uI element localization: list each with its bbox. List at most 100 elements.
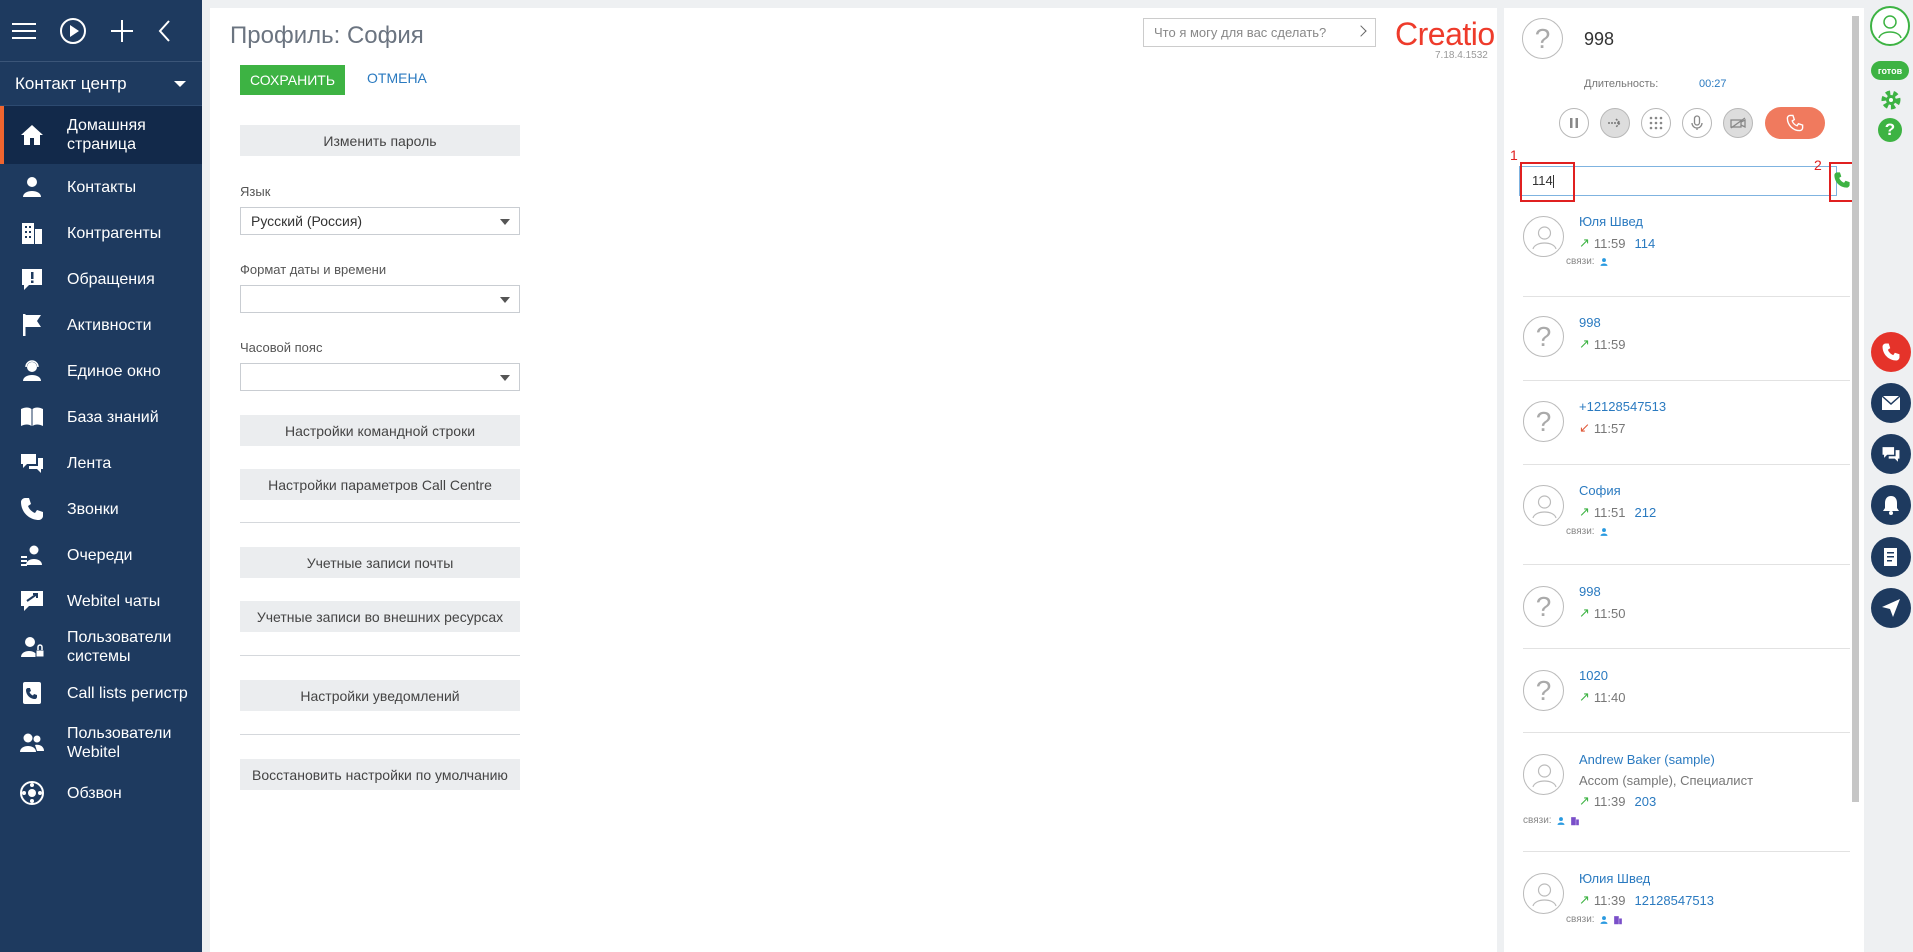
dialpad-icon: [1649, 116, 1663, 130]
sidebar-item-label: Домашняя страница: [67, 117, 146, 153]
envelope-icon: [1881, 395, 1901, 410]
sidebar: Контакт центр Домашняя страница Контакты…: [0, 0, 202, 952]
links-label: связи:: [1566, 526, 1595, 537]
workspace-selector[interactable]: Контакт центр: [0, 62, 202, 106]
chat-panel-button[interactable]: [1871, 434, 1911, 474]
contact-link-icon[interactable]: [1556, 816, 1566, 826]
hangup-button[interactable]: [1765, 107, 1825, 139]
divider: [1523, 564, 1850, 565]
history-contact-name[interactable]: 1020: [1579, 668, 1608, 683]
video-button[interactable]: [1723, 108, 1753, 138]
sidebar-item-label: Активности: [67, 316, 152, 334]
history-extension[interactable]: 203: [1634, 794, 1656, 809]
contact-avatar: [1523, 873, 1564, 914]
mail-accounts-button[interactable]: Учетные записи почты: [240, 547, 520, 578]
call-panel: [1504, 8, 1864, 952]
sidebar-toolbar: [0, 0, 202, 62]
restore-defaults-button[interactable]: Восстановить настройки по умолчанию: [240, 759, 520, 790]
gear-icon[interactable]: [1878, 87, 1904, 113]
history-contact-name[interactable]: 998: [1579, 315, 1601, 330]
callcentre-settings-button[interactable]: Настройки параметров Call Centre: [240, 469, 520, 500]
collapse-icon[interactable]: [157, 17, 171, 45]
account-link-icon[interactable]: [1570, 816, 1580, 826]
call-history-scrollbar[interactable]: [1852, 16, 1859, 802]
chevron-down-icon: [174, 80, 186, 87]
sidebar-item-activities[interactable]: Активности: [0, 302, 202, 348]
sidebar-item-webitel-chats[interactable]: Webitel чаты: [0, 578, 202, 624]
history-contact-name[interactable]: 998: [1579, 584, 1601, 599]
process-play-icon[interactable]: [59, 17, 87, 45]
outgoing-call-icon: ↗: [1579, 793, 1590, 808]
external-accounts-button[interactable]: Учетные записи во внешних ресурсах: [240, 601, 520, 632]
sidebar-item-system-users[interactable]: Пользователи системы: [0, 624, 202, 670]
menu-icon[interactable]: [12, 17, 36, 45]
history-contact-name[interactable]: Юлия Швед: [1579, 871, 1650, 886]
sidebar-item-cases[interactable]: Обращения: [0, 256, 202, 302]
home-icon: [21, 125, 43, 145]
building-icon: [22, 223, 42, 244]
send-panel-button[interactable]: [1871, 588, 1911, 628]
history-call-time: 11:40: [1593, 689, 1626, 705]
webitel-chat-icon: [21, 591, 43, 611]
unknown-contact-icon: ?: [1523, 670, 1564, 711]
add-icon[interactable]: [110, 17, 134, 45]
help-icon[interactable]: ?: [1878, 118, 1902, 142]
outgoing-call-icon: ↗: [1579, 504, 1590, 519]
hold-button[interactable]: [1559, 108, 1589, 138]
history-call-time: 11:50: [1593, 605, 1626, 621]
account-link-icon[interactable]: [1613, 915, 1623, 925]
language-label: Язык: [240, 184, 271, 199]
change-password-button[interactable]: Изменить пароль: [240, 125, 520, 156]
transfer-button[interactable]: [1600, 108, 1630, 138]
sidebar-item-accounts[interactable]: Контрагенты: [0, 210, 202, 256]
save-button[interactable]: СОХРАНИТЬ: [240, 65, 345, 95]
sidebar-item-home[interactable]: Домашняя страница: [0, 106, 202, 164]
user-avatar[interactable]: [1870, 6, 1910, 46]
command-search-input[interactable]: Что я могу для вас сделать?: [1143, 18, 1376, 47]
page-title: Профиль: София: [230, 22, 424, 49]
sidebar-item-knowledge-base[interactable]: База знаний: [0, 394, 202, 440]
status-badge[interactable]: готов: [1871, 61, 1909, 80]
incoming-call-icon: ↙: [1579, 420, 1590, 435]
chevron-right-icon: [1355, 25, 1367, 37]
sidebar-item-feed[interactable]: Лента: [0, 440, 202, 486]
history-call-meta: ↗ 11:51 212: [1579, 504, 1656, 520]
hangup-icon: [1786, 114, 1804, 132]
history-call-meta: ↗ 11:39 203: [1579, 793, 1656, 809]
history-extension[interactable]: 114: [1634, 236, 1655, 251]
sidebar-item-dialer[interactable]: Обзвон: [0, 770, 202, 816]
contact-link-icon[interactable]: [1599, 257, 1609, 267]
notification-settings-button[interactable]: Настройки уведомлений: [240, 680, 520, 711]
history-extension[interactable]: 212: [1634, 505, 1656, 520]
microphone-icon: [1691, 115, 1703, 130]
sidebar-item-single-window[interactable]: Единое окно: [0, 348, 202, 394]
history-contact-name[interactable]: Юля Швед: [1579, 214, 1643, 229]
contact-link-icon[interactable]: [1599, 527, 1609, 537]
history-call-time: 11:39: [1593, 892, 1626, 908]
tasks-panel-button[interactable]: [1871, 537, 1911, 577]
cancel-button[interactable]: ОТМЕНА: [367, 70, 427, 86]
email-panel-button[interactable]: [1871, 383, 1911, 423]
timezone-select[interactable]: [240, 363, 520, 391]
contact-link-icon[interactable]: [1599, 915, 1609, 925]
sidebar-item-queues[interactable]: Очереди: [0, 532, 202, 578]
marker-1: 1: [1510, 147, 1518, 163]
history-extension[interactable]: 12128547513: [1634, 893, 1714, 908]
sidebar-item-label: Очереди: [67, 546, 133, 564]
calls-panel-button[interactable]: [1871, 332, 1911, 372]
history-contact-name[interactable]: Andrew Baker (sample): [1579, 752, 1715, 767]
history-contact-name[interactable]: София: [1579, 483, 1621, 498]
sidebar-item-calls[interactable]: Звонки: [0, 486, 202, 532]
sidebar-item-webitel-users[interactable]: Пользователи Webitel: [0, 716, 202, 770]
dialpad-button[interactable]: [1641, 108, 1671, 138]
history-contact-name[interactable]: +12128547513: [1579, 399, 1666, 414]
cmdline-settings-button[interactable]: Настройки командной строки: [240, 415, 520, 446]
language-select[interactable]: Русский (Россия): [240, 207, 520, 235]
sidebar-item-contacts[interactable]: Контакты: [0, 164, 202, 210]
mute-button[interactable]: [1682, 108, 1712, 138]
sidebar-item-call-lists[interactable]: Call lists регистр: [0, 670, 202, 716]
notifications-panel-button[interactable]: [1871, 485, 1911, 525]
call-icon[interactable]: [1833, 171, 1851, 189]
datetime-format-select[interactable]: [240, 285, 520, 313]
bell-icon: [1883, 496, 1899, 515]
